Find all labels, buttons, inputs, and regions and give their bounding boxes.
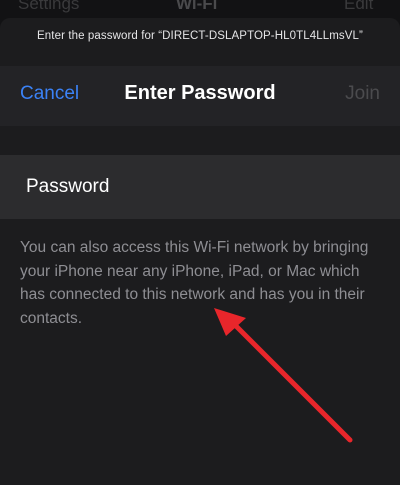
nearby-share-hint: You can also access this Wi-Fi network b… [20,239,369,327]
join-button[interactable]: Join [345,83,380,105]
sheet-title: Enter Password [0,82,400,105]
background-back-label: Settings [18,0,80,13]
password-sheet: Enter the password for “DIRECT-DSLAPTOP-… [0,18,400,485]
password-row[interactable] [0,155,400,219]
sheet-title-text: Enter Password [124,82,276,104]
sheet-nav-bar: Cancel Enter Password Join [0,66,400,126]
background-edit-label: Edit [344,0,374,13]
network-prompt: Enter the password for “DIRECT-DSLAPTOP-… [37,30,363,42]
background-title: Wi-Fi [176,0,218,13]
password-input[interactable] [26,155,366,219]
